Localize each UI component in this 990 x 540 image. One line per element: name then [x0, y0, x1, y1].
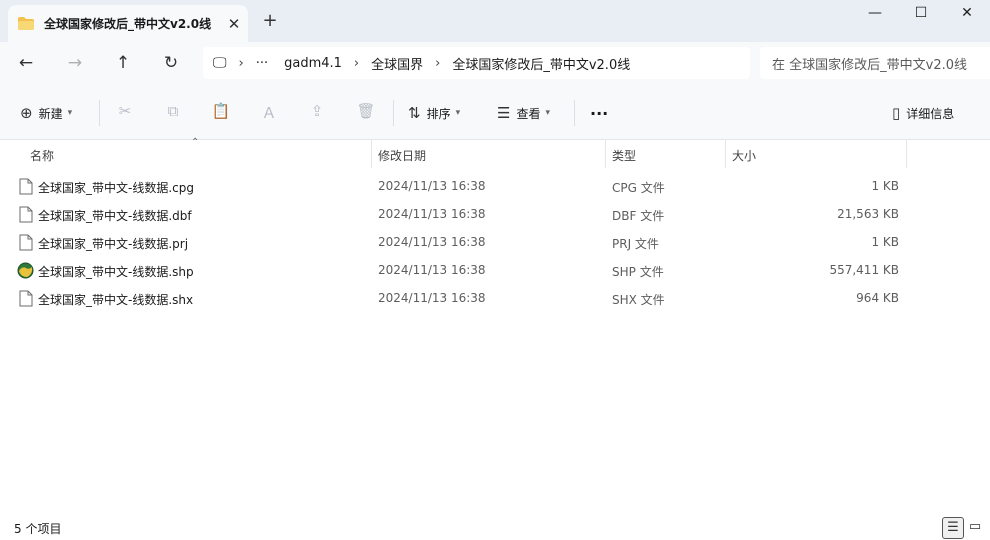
new-tab-button[interactable]: + [260, 10, 280, 31]
details-label: 详细信息 [906, 106, 955, 121]
breadcrumb-current-folder[interactable]: 全球国家修改后_带中文v2.0线 [452, 54, 630, 73]
tab-title: 全球国家修改后_带中文v2.0线 [44, 17, 212, 31]
details-view-icon[interactable]: ☰ [942, 517, 964, 539]
folder-icon [18, 17, 34, 30]
file-date: 2024/11/13 16:38 [378, 207, 486, 221]
address-bar[interactable]: 🖵 › ··· gadm4.1 › 全球国界 › 全球国家修改后_带中文v2.0… [203, 47, 750, 79]
chevron-down-icon: ▾ [455, 108, 461, 118]
chevron-right-icon[interactable]: › [354, 56, 359, 71]
toolbar-divider [574, 100, 575, 126]
breadcrumb-more[interactable]: ··· [256, 56, 268, 71]
file-size: 964 KB [856, 291, 899, 305]
file-type: PRJ 文件 [612, 237, 659, 251]
column-header-name[interactable]: 名称 [30, 147, 54, 164]
view-list-icon: ☰ [497, 104, 511, 122]
document-icon [19, 234, 33, 251]
title-bar: 全球国家修改后_带中文v2.0线 ✕ + — ☐ ✕ [0, 0, 990, 42]
column-headers: ⌃ 名称 修改日期 类型 大小 [0, 137, 990, 168]
toolbar-divider [99, 100, 100, 126]
file-name: 全球国家_带中文-线数据.prj [38, 237, 189, 251]
sort-button[interactable]: ⇅ 排序 ▾ [408, 101, 460, 125]
file-size: 557,411 KB [829, 263, 899, 277]
navigation-bar: ← → ↑ ↻ 🖵 › ··· gadm4.1 › 全球国界 › 全球国家修改后… [0, 42, 990, 86]
paste-icon[interactable]: 📋 [210, 102, 232, 120]
chevron-right-icon[interactable]: › [239, 56, 244, 71]
sort-label: 排序 [426, 106, 451, 121]
column-header-type[interactable]: 类型 [612, 147, 636, 164]
new-label: 新建 [38, 106, 63, 121]
document-icon [19, 178, 33, 195]
document-icon [19, 206, 33, 223]
file-name: 全球国家_带中文-线数据.dbf [38, 209, 192, 223]
file-name: 全球国家_带中文-线数据.cpg [38, 181, 194, 195]
share-icon[interactable]: ⇪ [306, 102, 328, 120]
sort-ascending-icon: ⌃ [191, 137, 200, 148]
table-row[interactable]: 全球国家_带中文-线数据.prj 2024/11/13 16:38 PRJ 文件… [0, 228, 990, 256]
file-date: 2024/11/13 16:38 [378, 179, 486, 193]
refresh-button[interactable]: ↻ [158, 52, 184, 76]
file-name: 全球国家_带中文-线数据.shp [38, 265, 194, 279]
globe-icon [17, 262, 34, 279]
view-label: 查看 [516, 106, 541, 121]
details-pane-button[interactable]: ▯ 详细信息 [892, 101, 954, 125]
forward-button[interactable]: → [62, 52, 88, 76]
more-label: ··· [590, 103, 609, 123]
breadcrumb-world-borders[interactable]: 全球国界 [371, 54, 423, 73]
tab-close-icon[interactable]: ✕ [220, 15, 248, 33]
chevron-down-icon: ▾ [67, 108, 73, 118]
tiles-view-icon[interactable]: ▭ [964, 517, 986, 539]
cut-icon[interactable]: ✂ [114, 102, 136, 120]
table-row[interactable]: 全球国家_带中文-线数据.dbf 2024/11/13 16:38 DBF 文件… [0, 200, 990, 228]
tab-current-folder[interactable]: 全球国家修改后_带中文v2.0线 ✕ [8, 5, 248, 42]
plus-circle-icon: ⊕ [20, 104, 33, 122]
file-date: 2024/11/13 16:38 [378, 263, 486, 277]
item-count: 5 个项目 [14, 522, 62, 536]
file-type: DBF 文件 [612, 209, 665, 223]
command-bar: ⊕ 新建 ▾ ✂ ⧉ 📋 Ａ ⇪ 🗑 ⇅ 排序 ▾ ☰ 查看 ▾ ··· ▯ 详… [0, 86, 990, 140]
file-date: 2024/11/13 16:38 [378, 235, 486, 249]
chevron-right-icon[interactable]: › [435, 56, 440, 71]
file-size: 1 KB [871, 235, 899, 249]
table-row[interactable]: 全球国家_带中文-线数据.shp 2024/11/13 16:38 SHP 文件… [0, 256, 990, 284]
column-divider[interactable] [371, 140, 372, 168]
more-options-button[interactable]: ··· [590, 101, 608, 125]
back-button[interactable]: ← [13, 52, 39, 76]
column-divider[interactable] [605, 140, 606, 168]
document-icon [19, 290, 33, 307]
search-input[interactable]: 在 全球国家修改后_带中文v2.0线 [760, 47, 990, 79]
file-name: 全球国家_带中文-线数据.shx [38, 293, 194, 307]
toolbar-divider [393, 100, 394, 126]
delete-icon[interactable]: 🗑 [355, 102, 377, 120]
maximize-button[interactable]: ☐ [901, 3, 941, 25]
column-divider[interactable] [725, 140, 726, 168]
new-button[interactable]: ⊕ 新建 ▾ [20, 101, 72, 125]
details-pane-icon: ▯ [892, 104, 901, 122]
breadcrumb-gadm[interactable]: gadm4.1 [284, 56, 342, 71]
chevron-down-icon: ▾ [545, 108, 550, 118]
file-type: CPG 文件 [612, 181, 665, 195]
file-size: 21,563 KB [837, 207, 899, 221]
file-size: 1 KB [871, 179, 899, 193]
status-bar: 5 个项目 ☰ ▭ [0, 516, 990, 540]
file-date: 2024/11/13 16:38 [378, 291, 486, 305]
monitor-icon[interactable]: 🖵 [213, 55, 227, 71]
column-header-size[interactable]: 大小 [732, 147, 756, 164]
file-type: SHX 文件 [612, 293, 665, 307]
column-divider[interactable] [906, 140, 907, 168]
sort-icon: ⇅ [408, 104, 421, 122]
view-button[interactable]: ☰ 查看 ▾ [497, 101, 550, 125]
file-type: SHP 文件 [612, 265, 664, 279]
minimize-button[interactable]: — [855, 3, 895, 25]
rename-icon[interactable]: Ａ [258, 102, 280, 123]
up-button[interactable]: ↑ [110, 52, 136, 76]
file-list: ⌃ 名称 修改日期 类型 大小 全球国家_带中文-线数据.cpg 2024/11… [0, 137, 990, 516]
table-row[interactable]: 全球国家_带中文-线数据.shx 2024/11/13 16:38 SHX 文件… [0, 284, 990, 312]
window-close-button[interactable]: ✕ [947, 3, 987, 25]
column-header-date[interactable]: 修改日期 [378, 147, 426, 164]
copy-icon[interactable]: ⧉ [162, 102, 184, 120]
table-row[interactable]: 全球国家_带中文-线数据.cpg 2024/11/13 16:38 CPG 文件… [0, 172, 990, 200]
